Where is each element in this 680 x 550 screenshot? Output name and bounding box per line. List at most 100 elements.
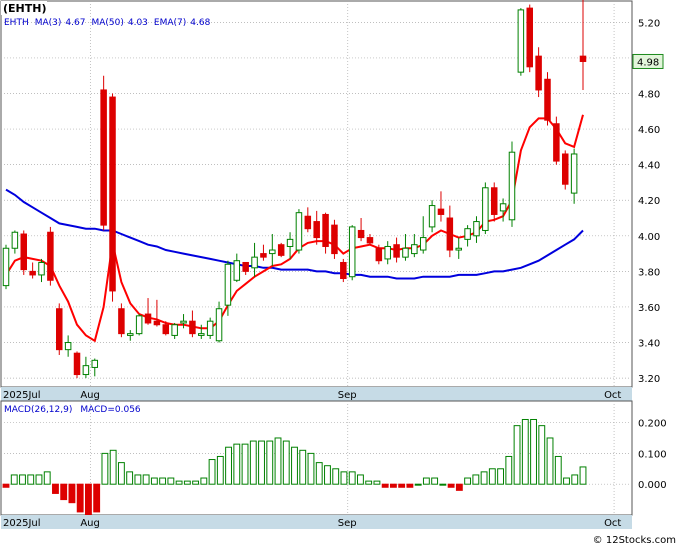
last-price-tag: 4.98	[632, 53, 664, 69]
macd-bar-positive	[200, 477, 208, 485]
candle-body-up	[64, 342, 72, 351]
macd-bar-positive	[249, 440, 257, 485]
macd-bar-positive	[101, 452, 109, 485]
x-axis-label: Aug	[80, 518, 100, 529]
macd-bar-positive	[546, 437, 554, 485]
x-axis-label: Sep	[338, 518, 357, 529]
candle-body-down	[118, 308, 125, 335]
macd-bar-positive	[422, 477, 430, 485]
price-tick-label: 4.00	[638, 232, 660, 243]
candle-body-up	[269, 249, 276, 255]
macd-bar-negative	[447, 483, 455, 488]
candle-body-up	[348, 226, 356, 278]
candle-body-up	[224, 263, 232, 306]
macd-bar-positive	[43, 471, 51, 485]
legend-ma3-value: 4.67	[65, 18, 85, 28]
price-tick-label: 5.20	[638, 18, 660, 29]
candle-body-up	[295, 212, 303, 251]
macd-tick-label: 0.000	[638, 480, 667, 491]
candle-body-up	[428, 205, 436, 228]
candle-body-down	[20, 233, 28, 271]
price-tick-label: 4.80	[638, 89, 660, 100]
price-y-axis: 5.205.004.804.604.404.204.003.803.603.40…	[638, 18, 660, 385]
macd-bar-negative	[68, 483, 76, 504]
candle-body-down	[313, 221, 320, 239]
candle-body-up	[251, 256, 258, 269]
candle-body-down	[56, 308, 63, 351]
candle-body-down	[553, 123, 560, 162]
macd-bar-positive	[159, 477, 167, 485]
candle-body-up	[233, 260, 241, 281]
legend-ema7-label: EMA(7)	[154, 18, 186, 28]
candle-body-up	[206, 320, 214, 336]
macd-bar-positive	[109, 449, 117, 485]
candle-body-down	[153, 320, 161, 326]
candle-body-down	[144, 313, 152, 324]
macd-bar-positive	[554, 455, 562, 485]
candle-body-down	[544, 78, 551, 121]
macd-bar-positive	[208, 459, 216, 485]
macd-bar-positive	[299, 449, 307, 485]
candle-body-up	[82, 365, 90, 376]
macd-tick-label: 0.200	[638, 419, 667, 430]
macd-bar-positive	[266, 440, 274, 485]
macd-bar-positive	[175, 480, 183, 485]
macd-bar-positive	[365, 480, 373, 485]
candle-body-down	[109, 96, 116, 292]
legend-ema7-value: 4.68	[190, 18, 210, 28]
macd-bar-positive	[373, 480, 381, 485]
macd-bar-positive	[192, 480, 200, 485]
macd-bar-positive	[324, 465, 331, 485]
chart-title: (EHTH)	[3, 2, 46, 15]
candle-body-down	[100, 89, 107, 226]
macd-bar-positive	[513, 425, 521, 485]
stock-chart: 5.205.004.804.604.404.204.003.803.603.40…	[0, 0, 680, 546]
macd-bar-positive	[126, 471, 134, 485]
macd-bar-positive	[167, 477, 175, 485]
macd-bar-positive	[142, 474, 150, 485]
macd-bar-positive	[464, 477, 472, 485]
macd-bar-positive	[348, 471, 356, 485]
candle-body-down	[73, 352, 81, 376]
macd-bar-positive	[579, 466, 587, 485]
candle-body-down	[561, 153, 569, 185]
candle-body-down	[331, 224, 338, 255]
macd-bar-positive	[530, 418, 537, 485]
macd-bar-positive	[27, 474, 35, 485]
macd-bar-positive	[563, 477, 570, 485]
candle-body-up	[198, 333, 205, 336]
macd-bar-negative	[76, 483, 84, 513]
candle-body-up	[38, 261, 45, 276]
macd-bar-negative	[93, 483, 101, 513]
macd-bar-positive	[117, 462, 125, 485]
candle-body-down	[189, 320, 196, 335]
macd-bar-positive	[10, 474, 18, 485]
macd-bar-positive	[150, 477, 158, 485]
candle-body-down	[162, 324, 170, 335]
candle-body-up	[482, 187, 489, 231]
macd-bar-positive	[521, 418, 529, 485]
candle-body-up	[127, 333, 134, 336]
candle-body-up	[384, 245, 391, 260]
candle-body-down	[579, 55, 587, 62]
x-axis-label: 2025Jul	[3, 390, 41, 401]
macd-bar-positive	[431, 477, 439, 485]
macd-bar-negative	[389, 483, 397, 488]
legend-ma3-label: MA(3)	[35, 18, 62, 28]
macd-bar-negative	[52, 483, 59, 494]
candle-body-up	[91, 359, 99, 368]
candle-body-down	[446, 217, 454, 251]
macd-bar-negative	[381, 483, 389, 488]
macd-legend-params: MACD(26,12,9)	[4, 405, 72, 415]
x-axis-label: Oct	[604, 518, 621, 529]
price-tick-label: 3.60	[638, 303, 660, 314]
candle-body-down	[437, 208, 445, 215]
legend-ma50-value: 4.03	[128, 18, 148, 28]
candle-body-up	[570, 153, 578, 194]
macd-bar-positive	[291, 446, 298, 485]
x-axis-label: 2025Jul	[3, 518, 41, 529]
price-tick-label: 3.80	[638, 267, 660, 278]
candle-body-down	[393, 244, 400, 258]
macd-bar-positive	[307, 452, 315, 485]
candle-body-up	[455, 247, 462, 251]
